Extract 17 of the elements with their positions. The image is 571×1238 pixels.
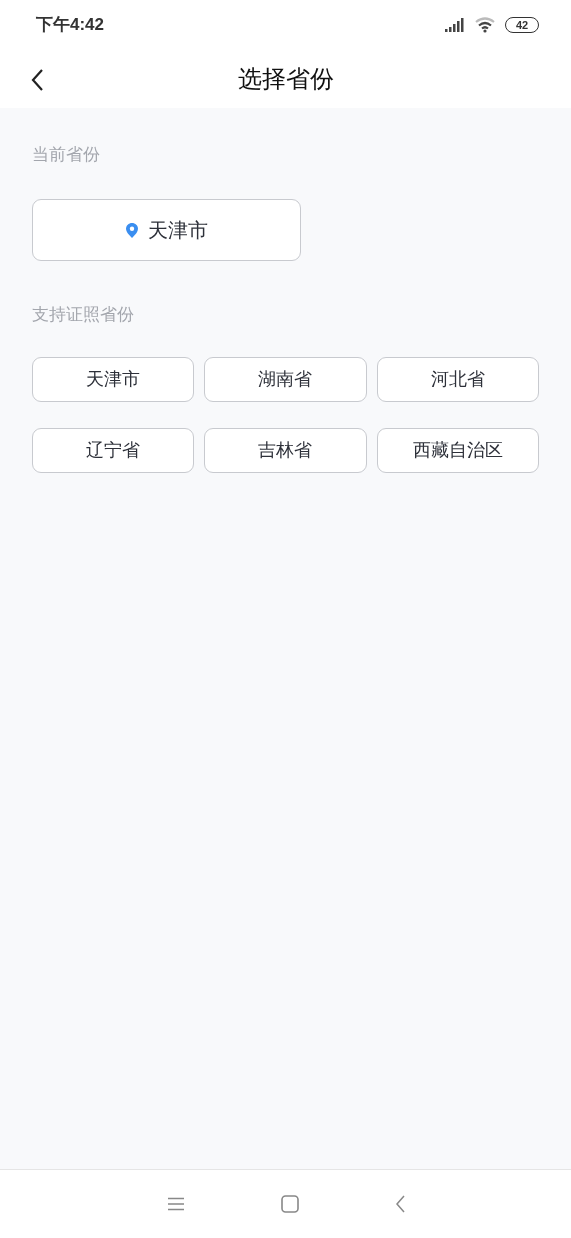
location-pin-icon <box>125 222 138 238</box>
page-title: 选择省份 <box>237 64 334 94</box>
home-icon[interactable] <box>280 1195 299 1213</box>
province-button[interactable]: 辽宁省 <box>32 428 195 473</box>
current-province-button[interactable]: 天津市 <box>32 199 301 261</box>
province-button[interactable]: 西藏自治区 <box>376 428 539 473</box>
signal-icon <box>445 18 465 32</box>
menu-icon[interactable] <box>166 1197 185 1211</box>
section-label: 当前省份 <box>32 144 101 166</box>
province-button[interactable]: 吉林省 <box>204 428 367 473</box>
province-button[interactable]: 河北省 <box>376 357 539 402</box>
back-icon[interactable] <box>30 68 44 92</box>
wifi-icon <box>475 17 495 33</box>
section-label: 支持证照省份 <box>32 304 135 326</box>
province-button[interactable]: 湖南省 <box>204 357 367 402</box>
status-time: 下午4:42 <box>36 14 105 37</box>
province-button[interactable]: 天津市 <box>32 357 195 402</box>
